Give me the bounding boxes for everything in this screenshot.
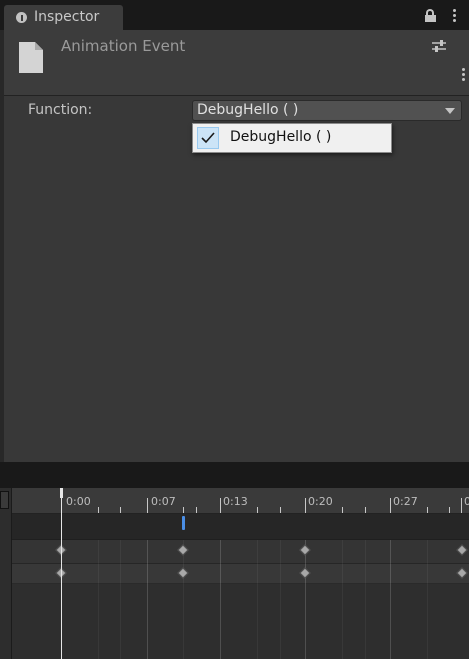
- grid-line: [365, 540, 366, 659]
- minor-tick: [196, 507, 197, 513]
- time-label: 0:27: [393, 495, 418, 508]
- major-tick: [390, 498, 391, 513]
- grid-line: [257, 540, 258, 659]
- major-tick: [305, 498, 306, 513]
- keyframe-row[interactable]: [12, 564, 469, 584]
- minor-tick: [342, 507, 343, 513]
- dropdown-option-debughello[interactable]: DebugHello ( ): [194, 125, 390, 151]
- file-icon: [18, 41, 44, 74]
- time-label: 0:20: [308, 495, 333, 508]
- grid-line: [427, 540, 428, 659]
- info-icon: [16, 12, 27, 23]
- animation-timeline: 0:00 0:07 0:13 0:20 0:27 0: [0, 488, 469, 659]
- component-menu-icon[interactable]: [462, 68, 465, 81]
- events-row[interactable]: [12, 514, 469, 540]
- lock-icon[interactable]: [425, 9, 436, 22]
- function-dropdown[interactable]: DebugHello ( ): [192, 100, 462, 121]
- grid-line: [342, 540, 343, 659]
- dropdown-option-label: DebugHello ( ): [230, 129, 332, 145]
- minor-tick: [257, 507, 258, 513]
- major-tick: [461, 498, 462, 513]
- minor-tick: [427, 507, 428, 513]
- dropdown-arrow-icon: [445, 108, 455, 114]
- more-menu-icon[interactable]: [453, 9, 456, 22]
- timeline-left-slot[interactable]: [0, 491, 9, 509]
- minor-tick: [183, 507, 184, 513]
- dopesheet-area[interactable]: [12, 584, 469, 659]
- minor-tick: [120, 507, 121, 513]
- playhead[interactable]: [61, 488, 62, 659]
- function-label: Function:: [28, 102, 93, 118]
- tab-label: Inspector: [34, 9, 100, 25]
- time-label: 0:00: [66, 495, 91, 508]
- grid-line: [147, 540, 148, 659]
- timeline-left-strip: [0, 488, 12, 659]
- grid-line: [305, 540, 306, 659]
- time-label: 0: [464, 495, 469, 508]
- check-icon: [197, 127, 219, 149]
- function-dropdown-value: DebugHello ( ): [197, 102, 299, 118]
- grid-line: [390, 540, 391, 659]
- tab-inspector[interactable]: Inspector: [4, 5, 123, 30]
- grid-line: [98, 540, 99, 659]
- minor-tick: [449, 507, 450, 513]
- minor-tick: [98, 507, 99, 513]
- grid-line: [220, 540, 221, 659]
- major-tick: [220, 498, 221, 513]
- grid-line: [183, 540, 184, 659]
- grid-line: [120, 540, 121, 659]
- inspector-window: Inspector Animation Event Function: Debu…: [0, 0, 469, 462]
- time-label: 0:13: [223, 495, 248, 508]
- keyframe-row[interactable]: [12, 540, 469, 564]
- component-title: Animation Event: [61, 37, 186, 55]
- major-tick: [147, 498, 148, 513]
- minor-tick: [280, 507, 281, 513]
- time-label: 0:07: [151, 495, 176, 508]
- presets-icon[interactable]: [432, 38, 446, 52]
- function-dropdown-popup: DebugHello ( ): [192, 123, 392, 153]
- animation-event-marker[interactable]: [182, 516, 185, 530]
- time-ruler[interactable]: 0:00 0:07 0:13 0:20 0:27 0: [12, 488, 469, 514]
- grid-line: [280, 540, 281, 659]
- component-header: Animation Event: [4, 30, 469, 96]
- tab-bar: Inspector: [0, 0, 469, 30]
- minor-tick: [365, 507, 366, 513]
